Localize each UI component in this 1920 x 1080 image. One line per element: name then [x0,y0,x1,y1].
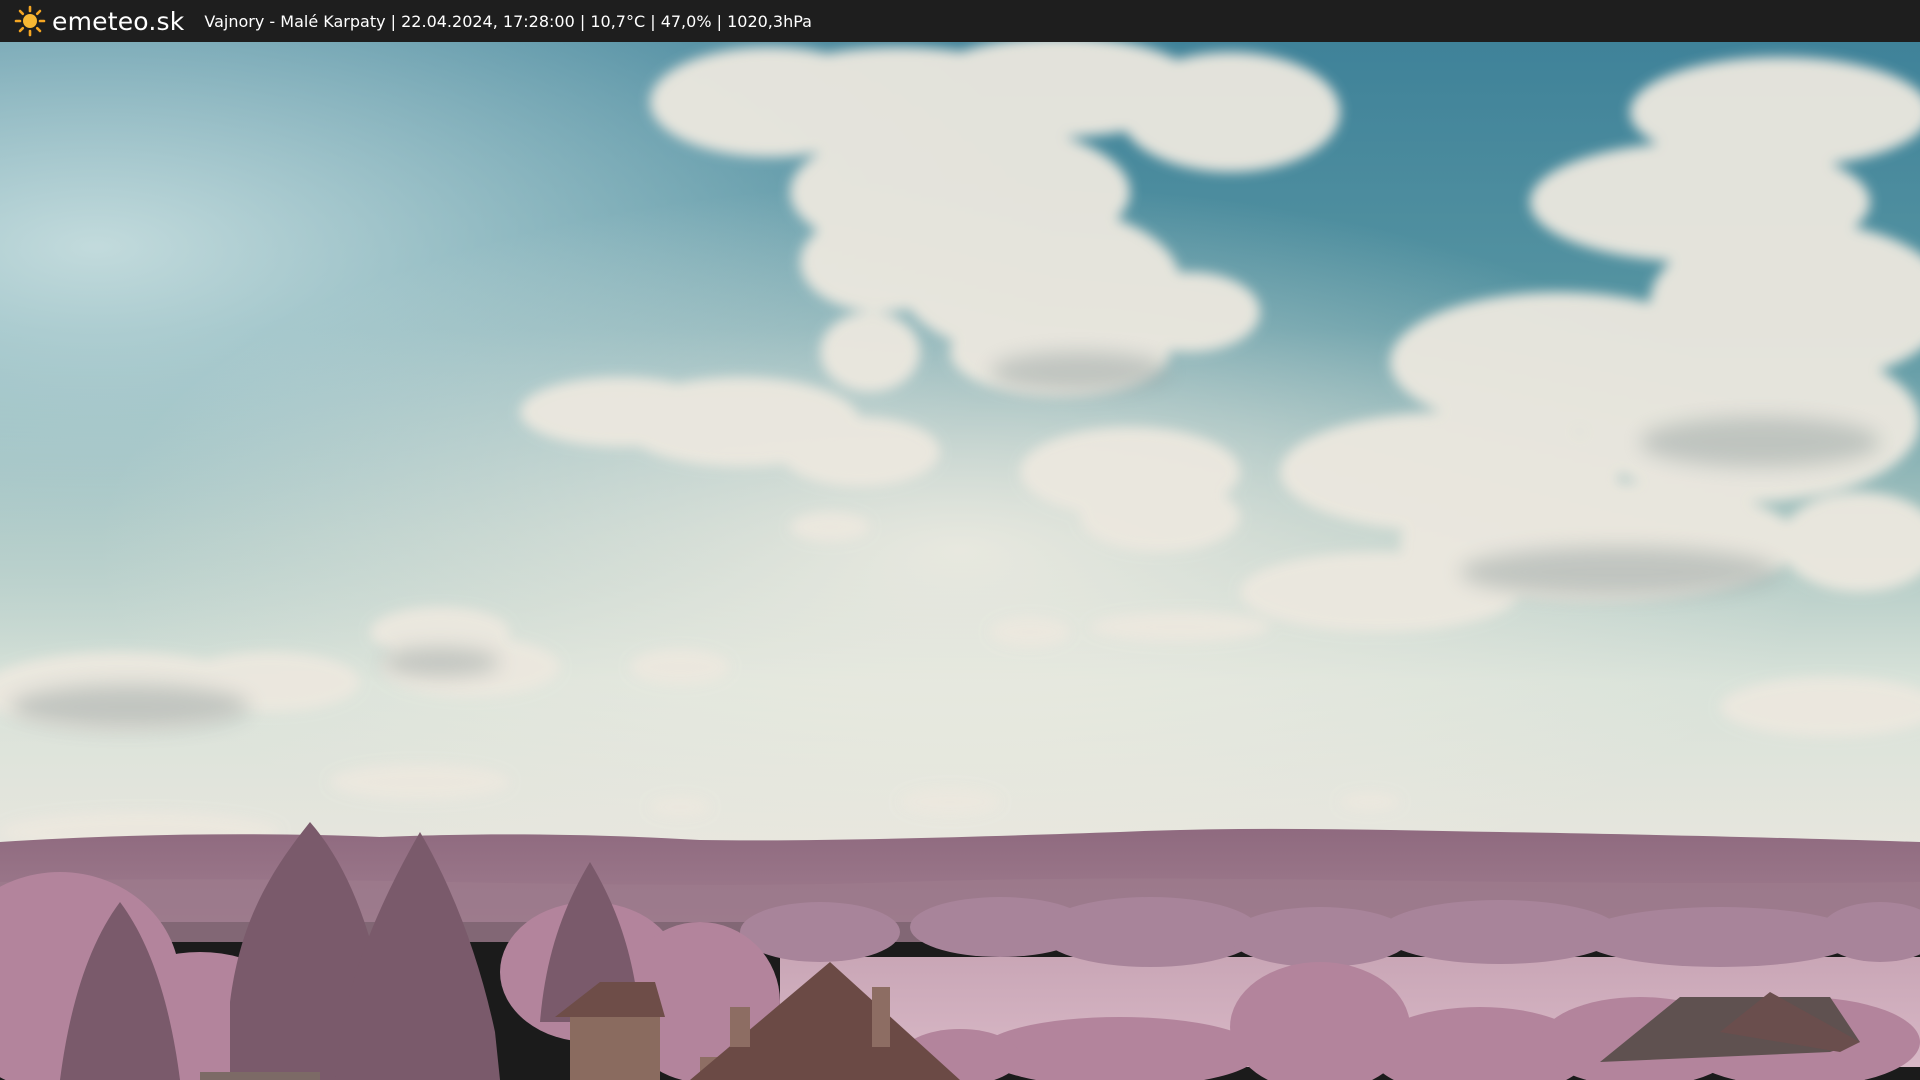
brand-name: emeteo.sk [52,6,185,36]
webcam-frame: emeteo.sk Vajnory - Malé Karpaty | 22.04… [0,0,1920,1080]
sun-icon [14,5,46,37]
station-info: Vajnory - Malé Karpaty | 22.04.2024, 17:… [204,11,812,31]
info-bar: emeteo.sk Vajnory - Malé Karpaty | 22.04… [0,0,1920,42]
webcam-image [0,42,1920,1080]
logo[interactable]: emeteo.sk [14,5,184,37]
